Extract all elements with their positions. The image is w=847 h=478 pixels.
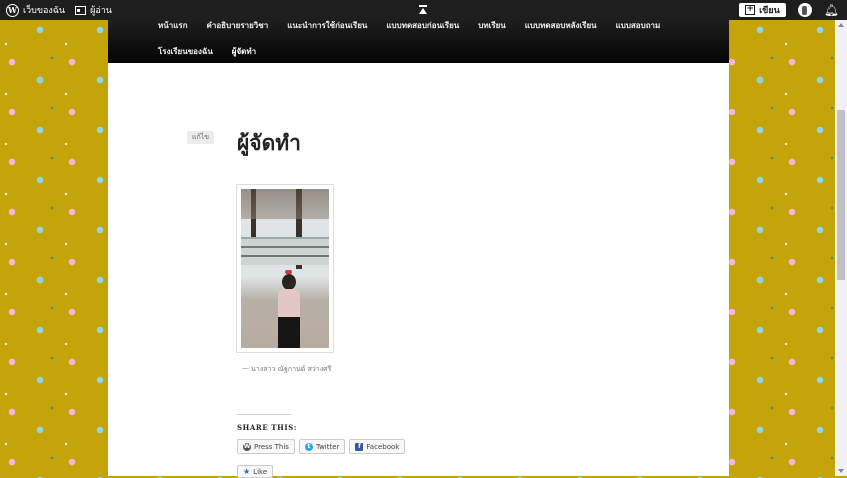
share-divider — [237, 414, 291, 415]
write-plus-icon: + — [745, 4, 756, 15]
nav-item-posttest[interactable]: แบบทดสอบหลังเรียน — [525, 19, 597, 32]
nav-item-introduction[interactable]: แนะนำการใช้ก่อนเรียน — [287, 19, 367, 32]
scroll-thumb[interactable] — [837, 110, 845, 280]
author-photo[interactable] — [236, 184, 334, 353]
nav-item-questionnaire[interactable]: แบบสอบถาม — [616, 19, 661, 32]
nav-row-secondary: โรงเรียนของฉัน ผู้จัดทำ — [158, 45, 256, 58]
scroll-up-icon[interactable] — [838, 23, 844, 27]
nav-row-primary: หน้าแรก คำอธิบายรายวิชา แนะนำการใช้ก่อนเ… — [158, 19, 660, 32]
nav-item-course-description[interactable]: คำอธิบายรายวิชา — [207, 19, 269, 32]
like-label: Like — [253, 467, 268, 476]
page-title: ผู้จัดทำ — [237, 131, 301, 155]
facebook-label: Facebook — [366, 442, 400, 451]
page-content: หน้าแรก คำอธิบายรายวิชา แนะนำการใช้ก่อนเ… — [108, 0, 729, 478]
wordpress-logo-icon: W — [6, 3, 19, 17]
admin-bar: W เว็บของฉัน ผู้อ่าน + เขียน 🔔︎ — [0, 0, 847, 20]
press-this-button[interactable]: W Press This — [237, 439, 295, 454]
nav-item-pretest[interactable]: แบบทดสอบก่อนเรียน — [386, 19, 459, 32]
edit-link[interactable]: แก้ไข — [187, 131, 215, 144]
write-label: เขียน — [759, 6, 780, 16]
admin-bar-right: + เขียน 🔔︎ — [739, 2, 839, 18]
admin-bar-left: W เว็บของฉัน ผู้อ่าน — [6, 0, 112, 20]
share-title: SHARE THIS: — [237, 423, 298, 432]
facebook-share-button[interactable]: f Facebook — [349, 439, 406, 454]
share-buttons: W Press This t Twitter f Facebook — [237, 439, 406, 454]
scroll-down-icon[interactable] — [838, 469, 844, 473]
twitter-share-button[interactable]: t Twitter — [298, 439, 346, 454]
avatar-icon[interactable] — [797, 3, 812, 17]
reader-label: ผู้อ่าน — [90, 6, 112, 16]
photo-building — [241, 237, 329, 265]
star-icon: ★ — [243, 467, 251, 476]
nav-item-author[interactable]: ผู้จัดทำ — [232, 45, 256, 58]
write-button[interactable]: + เขียน — [739, 3, 786, 17]
reader-icon — [75, 5, 87, 15]
photo-caption: นางสาว ณัฐกานต์ สว่างศรี — [251, 365, 332, 373]
nav-item-my-school[interactable]: โรงเรียนของฉัน — [158, 45, 213, 58]
scroll-to-top-icon[interactable] — [417, 4, 429, 16]
facebook-icon: f — [355, 442, 364, 451]
reader-button[interactable]: ผู้อ่าน — [75, 3, 112, 17]
like-button[interactable]: ★ Like — [237, 465, 274, 478]
press-this-label: Press This — [254, 442, 289, 451]
photo-image — [241, 189, 329, 348]
my-site-button[interactable]: W เว็บของฉัน — [6, 3, 65, 17]
twitter-icon: t — [304, 442, 313, 451]
page-scrollbar[interactable] — [835, 20, 847, 476]
notifications-bell-icon[interactable]: 🔔︎ — [824, 3, 839, 17]
my-site-label: เว็บของฉัน — [23, 6, 66, 16]
wordpress-icon: W — [243, 442, 251, 451]
twitter-label: Twitter — [315, 442, 340, 451]
nav-item-home[interactable]: หน้าแรก — [158, 19, 188, 32]
caption-dash: — — [242, 364, 249, 372]
nav-item-lessons[interactable]: บทเรียน — [478, 19, 506, 32]
